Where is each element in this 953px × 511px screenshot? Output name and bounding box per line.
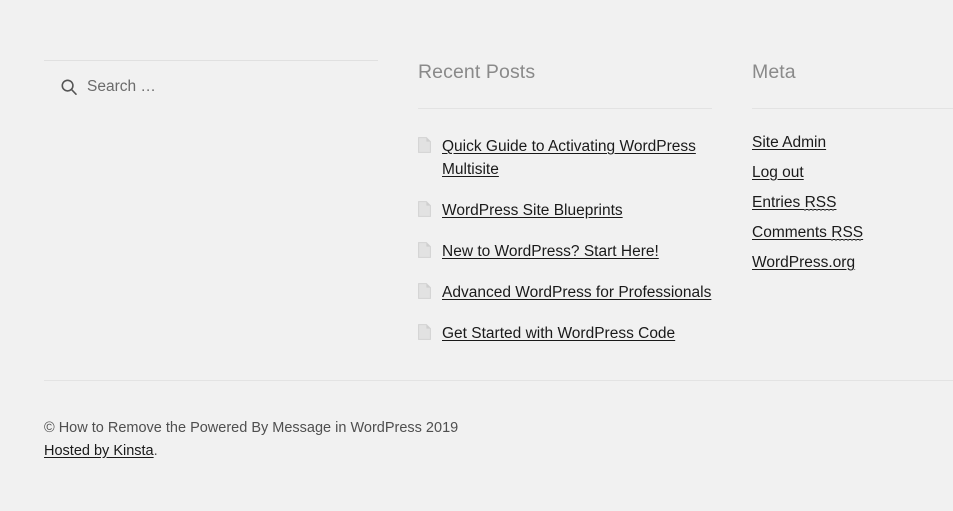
rss-abbr: RSS [804,194,837,211]
list-item: WordPress Site Blueprints [418,199,712,222]
meta-link-comments-rss[interactable]: Comments RSS [752,224,863,241]
list-item: Site Admin [752,131,953,154]
rss-abbr: RSS [831,224,864,241]
search-widget [44,60,378,97]
list-item: WordPress.org [752,251,953,274]
list-item: Comments RSS [752,221,953,244]
meta-link-label: Site Admin [752,134,827,151]
meta-link-label: WordPress.org [752,254,856,271]
footer-copyright: © How to Remove the Powered By Message i… [44,420,459,436]
list-item: New to WordPress? Start Here! [418,240,712,263]
hosted-by-kinsta-link[interactable]: Hosted by Kinsta [44,443,154,459]
list-item: Log out [752,161,953,184]
meta-link-wordpress-org[interactable]: WordPress.org [752,254,855,271]
footer-period: . [153,443,158,459]
recent-post-link[interactable]: New to WordPress? Start Here! [442,243,659,260]
document-icon [418,324,431,340]
search-icon [60,78,78,96]
meta-title: Meta [752,60,953,109]
recent-post-link[interactable]: Quick Guide to Activating WordPress Mult… [442,138,696,178]
document-icon [418,283,431,299]
meta-widget: Meta Site Admin Log out Entries RSS Comm… [752,60,953,274]
recent-post-link[interactable]: Get Started with WordPress Code [442,325,675,342]
list-item: Advanced WordPress for Professionals [418,281,712,304]
list-item: Get Started with WordPress Code [418,322,712,345]
meta-link-label: Entries [752,194,805,211]
recent-post-link[interactable]: Advanced WordPress for Professionals [442,284,711,301]
document-icon [418,137,431,153]
page-root: Recent Posts Quick Guide to Activating W… [0,0,953,511]
document-icon [418,201,431,217]
footer-widget-area: Recent Posts Quick Guide to Activating W… [44,60,953,345]
footer-host-line: Hosted by Kinsta. [44,440,953,463]
meta-link-log-out[interactable]: Log out [752,164,804,181]
meta-link-site-admin[interactable]: Site Admin [752,134,826,151]
recent-posts-list: Quick Guide to Activating WordPress Mult… [418,135,712,345]
search-input[interactable] [87,77,337,97]
document-icon [418,242,431,258]
list-item: Entries RSS [752,191,953,214]
list-item: Quick Guide to Activating WordPress Mult… [418,135,712,181]
meta-link-label: Log out [752,164,804,181]
recent-post-link[interactable]: WordPress Site Blueprints [442,202,623,219]
recent-posts-title: Recent Posts [418,60,712,109]
meta-link-label: Comments [752,224,832,241]
meta-link-entries-rss[interactable]: Entries RSS [752,194,836,211]
recent-posts-widget: Recent Posts Quick Guide to Activating W… [418,60,712,345]
meta-list: Site Admin Log out Entries RSS Comments … [752,131,953,274]
site-footer: © How to Remove the Powered By Message i… [44,380,953,463]
search-form[interactable] [44,60,378,97]
